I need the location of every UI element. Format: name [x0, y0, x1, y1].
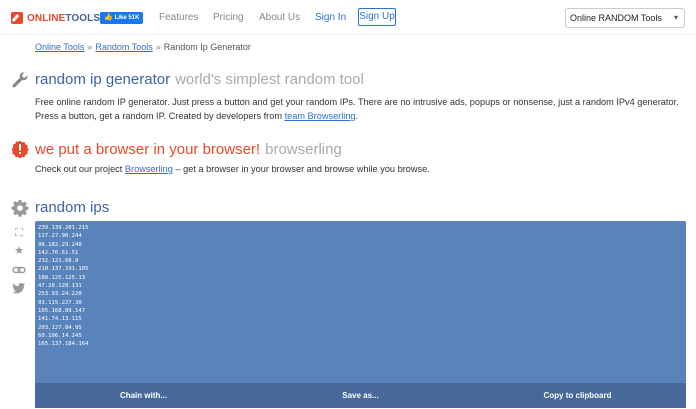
intro-description: Free online random IP generator. Just pr…: [35, 97, 679, 121]
logo-text: ONLINETOOLS: [27, 12, 101, 24]
promo-description: Check out our project Browserling – get …: [35, 164, 430, 174]
nav-signin[interactable]: Sign In: [315, 12, 346, 23]
fullscreen-icon[interactable]: ⛶: [12, 226, 26, 240]
chevron-down-icon: ▾: [673, 13, 678, 22]
link-icon[interactable]: [12, 263, 26, 277]
browserling-link[interactable]: Browserling: [125, 164, 173, 174]
facebook-like-button[interactable]: 👍 Like 51K: [100, 12, 144, 24]
star-icon[interactable]: ★: [12, 244, 26, 258]
promo-title: we put a browser in your browser! browser…: [35, 141, 342, 158]
nav-about[interactable]: About Us: [259, 12, 300, 23]
save-as-button[interactable]: Save as...: [252, 383, 469, 408]
twitter-icon[interactable]: [12, 281, 26, 295]
ip-output-textarea[interactable]: 239.139.201.215 117.27.98.244 98.182.29.…: [38, 224, 678, 382]
alert-icon: [11, 140, 29, 158]
wrench-icon: [12, 72, 28, 88]
gear-icon[interactable]: [11, 199, 29, 217]
breadcrumb: Online Tools» Random Tools» Random Ip Gene…: [35, 42, 251, 52]
nav-pricing[interactable]: Pricing: [213, 12, 244, 23]
nav-features[interactable]: Features: [159, 12, 198, 23]
tool-category-select[interactable]: Online RANDOM Tools ▾: [565, 8, 685, 28]
logo-icon: [11, 12, 23, 24]
copy-to-clipboard-button[interactable]: Copy to clipboard: [469, 383, 686, 408]
chain-with-button[interactable]: Chain with...: [35, 383, 252, 408]
team-browserling-link[interactable]: team Browserling: [285, 111, 356, 121]
signup-button[interactable]: Sign Up: [358, 8, 396, 26]
tool-output-panel: 239.139.201.215 117.27.98.244 98.182.29.…: [35, 221, 686, 408]
tool-actions-bar: Chain with... Save as... Copy to clipboa…: [35, 383, 686, 408]
nav-divider: [0, 34, 696, 35]
top-nav: ONLINETOOLS 👍 Like 51K Features Pricing …: [0, 0, 696, 36]
tool-title: random ips: [35, 199, 110, 216]
breadcrumb-online-tools[interactable]: Online Tools: [35, 42, 84, 52]
breadcrumb-current: Random Ip Generator: [163, 42, 251, 52]
page-title: random ip generator world's simplest rand…: [35, 71, 364, 88]
breadcrumb-random-tools[interactable]: Random Tools: [95, 42, 152, 52]
logo[interactable]: ONLINETOOLS: [11, 10, 100, 26]
thumbs-up-icon: 👍: [104, 14, 113, 21]
